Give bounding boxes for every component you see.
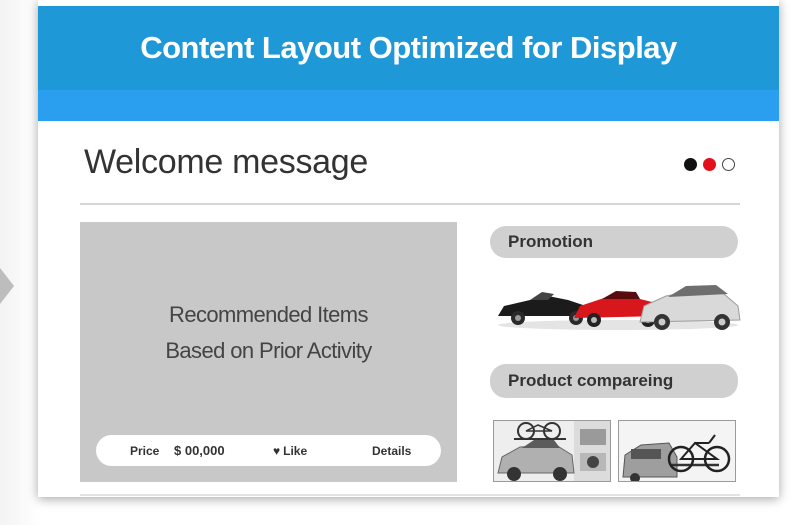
roof-bike-rack-image [494,421,610,481]
item-action-bar: Price $ 00,000 ♥ Like Details [96,435,441,466]
price-label: Price [130,443,160,458]
carousel-dot-3[interactable] [722,158,735,171]
carousel-dot-1[interactable] [684,158,697,171]
heart-icon: ♥ [273,443,281,458]
promotion-cars-image[interactable] [490,272,745,332]
content-frame: Content Layout Optimized for Display Wel… [38,0,779,497]
price-value: $ 00,000 [174,443,225,458]
like-label: Like [283,443,308,458]
divider-top [80,203,740,205]
product-compare-label: Product compareing [490,364,738,398]
promotion-label: Promotion [490,226,738,258]
page-title: Content Layout Optimized for Display [140,30,677,65]
hitch-bike-rack-image [619,421,735,481]
back-arrow-icon [0,268,14,304]
like-button[interactable]: ♥ Like [273,444,307,458]
header-bar: Content Layout Optimized for Display [38,6,779,90]
details-link[interactable]: Details [372,444,411,458]
recommended-line-1: Recommended Items [169,302,368,327]
compare-thumb-1[interactable] [493,420,611,482]
compare-thumb-2[interactable] [618,420,736,482]
divider-bottom [80,494,740,496]
recommended-line-2: Based on Prior Activity [165,338,372,363]
welcome-message: Welcome message [84,143,368,181]
carousel-indicators [684,158,735,171]
carousel-dot-2-active[interactable] [703,158,716,171]
subheader-bar [38,90,779,121]
recommended-items-panel[interactable]: Recommended Items Based on Prior Activit… [80,222,457,482]
background-gradient [0,0,40,525]
recommended-text: Recommended Items Based on Prior Activit… [80,297,457,369]
